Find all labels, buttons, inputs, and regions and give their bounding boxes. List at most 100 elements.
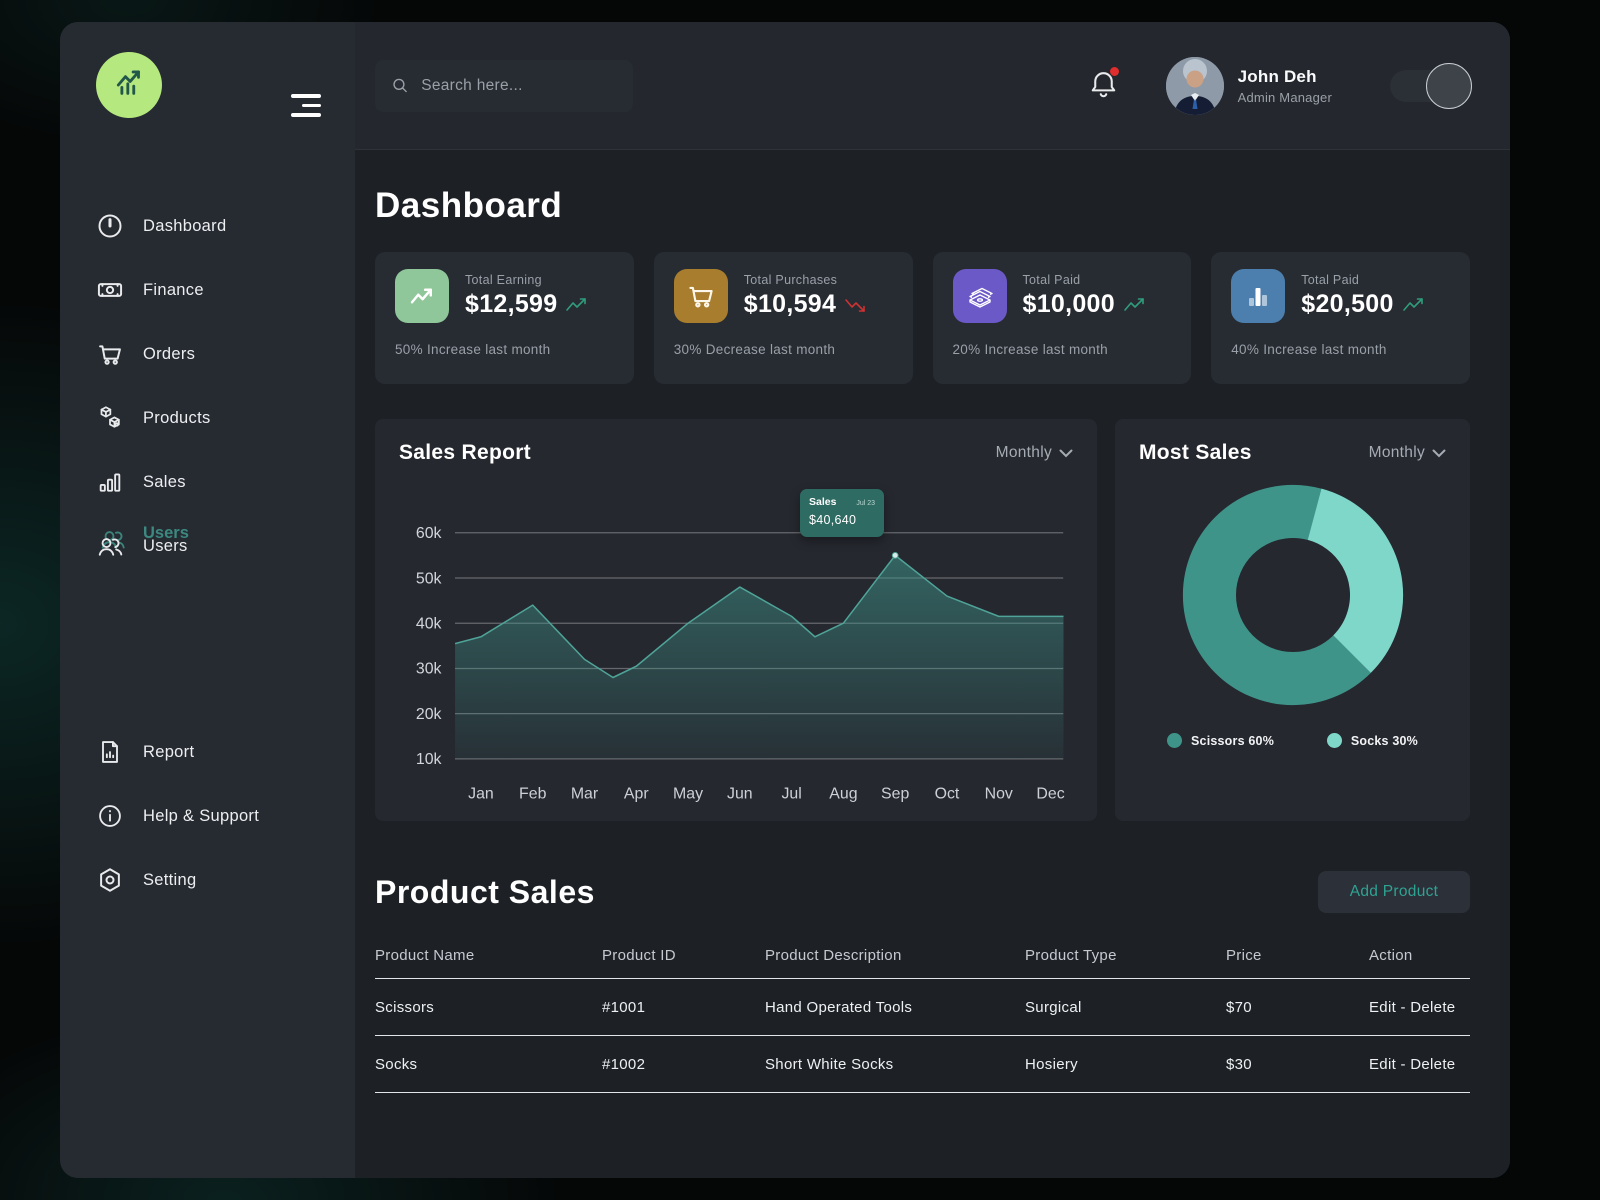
cell-product-type: Hosiery bbox=[1025, 1056, 1226, 1073]
search-input[interactable] bbox=[421, 77, 617, 95]
page-title: Dashboard bbox=[375, 186, 1470, 226]
svg-text:60k: 60k bbox=[416, 525, 442, 542]
stat-label: Total Paid bbox=[1301, 273, 1425, 287]
cell-product-name: Socks bbox=[375, 1056, 602, 1073]
col-header-action: Action bbox=[1369, 947, 1470, 964]
stat-card-total-purchases: Total Purchases $10,594 30% Decrease las… bbox=[654, 252, 913, 384]
stat-note: 20% Increase last month bbox=[953, 342, 1172, 357]
legend-label: Scissors 60% bbox=[1191, 734, 1274, 748]
svg-text:Dec: Dec bbox=[1036, 785, 1064, 802]
growth-chart-logo-icon bbox=[110, 66, 148, 104]
col-header-product-description: Product Description bbox=[765, 947, 1025, 964]
sidebar-item-orders[interactable]: Orders bbox=[96, 334, 355, 374]
stat-label: Total Paid bbox=[1023, 273, 1147, 287]
boxes-icon bbox=[96, 404, 124, 432]
tooltip-label: Sales bbox=[809, 496, 836, 508]
sidebar-item-products[interactable]: Products bbox=[96, 398, 355, 438]
svg-text:Oct: Oct bbox=[935, 785, 960, 802]
gauge-icon bbox=[96, 212, 124, 240]
cell-product-description: Hand Operated Tools bbox=[765, 999, 1025, 1016]
stat-value: $10,000 bbox=[1023, 290, 1115, 319]
sales-report-panel: Sales Report Monthly 60k50k40k30k20k10kJ… bbox=[375, 419, 1097, 821]
dashboard-content: Dashboard Total Earning $12,599 bbox=[355, 150, 1510, 1178]
product-sales-title: Product Sales bbox=[375, 874, 595, 911]
sales-area-chart: 60k50k40k30k20k10kJanFebMarAprMayJunJulA… bbox=[399, 475, 1073, 813]
donut-chart bbox=[1139, 479, 1446, 711]
col-header-price: Price bbox=[1226, 947, 1369, 964]
range-label: Monthly bbox=[1369, 444, 1425, 462]
sales-report-range-select[interactable]: Monthly bbox=[996, 444, 1073, 462]
product-table: Product Name Product ID Product Descript… bbox=[375, 933, 1470, 1093]
cell-action-edit-delete[interactable]: Edit - Delete bbox=[1369, 1056, 1470, 1073]
stat-note: 50% Increase last month bbox=[395, 342, 614, 357]
col-header-product-type: Product Type bbox=[1025, 947, 1226, 964]
sidebar-item-dashboard[interactable]: Dashboard bbox=[96, 206, 355, 246]
notification-badge bbox=[1110, 67, 1119, 76]
menu-toggle-icon[interactable] bbox=[291, 94, 321, 123]
cell-product-id: #1002 bbox=[602, 1056, 765, 1073]
cart-stat-icon bbox=[674, 269, 728, 323]
avatar[interactable] bbox=[1166, 57, 1224, 115]
col-header-product-id: Product ID bbox=[602, 947, 765, 964]
toggle-knob bbox=[1426, 63, 1472, 109]
table-row: Scissors #1001 Hand Operated Tools Surgi… bbox=[375, 979, 1470, 1036]
info-icon bbox=[96, 802, 124, 830]
sidebar-item-users[interactable]: Users Users bbox=[96, 526, 355, 566]
legend-item-socks: Socks 30% bbox=[1327, 733, 1418, 748]
cell-product-id: #1001 bbox=[602, 999, 765, 1016]
user-meta: John Deh Admin Manager bbox=[1238, 67, 1332, 105]
sidebar-item-sales[interactable]: Sales bbox=[96, 462, 355, 502]
sidebar-item-label: Orders bbox=[143, 345, 195, 364]
settings-icon bbox=[96, 866, 124, 894]
column-chart-icon bbox=[1231, 269, 1285, 323]
bar-chart-icon bbox=[96, 468, 124, 496]
stat-note: 40% Increase last month bbox=[1231, 342, 1450, 357]
theme-toggle[interactable] bbox=[1390, 70, 1470, 102]
donut-legend: Scissors 60% Socks 30% bbox=[1139, 733, 1446, 748]
sidebar-item-help[interactable]: Help & Support bbox=[96, 796, 355, 836]
most-sales-panel: Most Sales Monthly Scissors 60% bbox=[1115, 419, 1470, 821]
svg-text:Jun: Jun bbox=[727, 785, 753, 802]
users-icon bbox=[96, 532, 124, 560]
sidebar-item-finance[interactable]: Finance bbox=[96, 270, 355, 310]
svg-text:May: May bbox=[673, 785, 703, 802]
cell-action-edit-delete[interactable]: Edit - Delete bbox=[1369, 999, 1470, 1016]
sidebar-item-setting[interactable]: Setting bbox=[96, 860, 355, 900]
user-name: John Deh bbox=[1238, 67, 1332, 87]
stat-value: $10,594 bbox=[744, 290, 836, 319]
sidebar: Dashboard Finance Orders bbox=[60, 22, 355, 1178]
money-stack-icon bbox=[953, 269, 1007, 323]
cell-price: $70 bbox=[1226, 999, 1369, 1016]
legend-dot bbox=[1167, 733, 1182, 748]
mini-trend-up-icon bbox=[1123, 296, 1147, 314]
cell-product-type: Surgical bbox=[1025, 999, 1226, 1016]
topbar: John Deh Admin Manager bbox=[355, 22, 1510, 150]
sidebar-item-label: Help & Support bbox=[143, 807, 259, 826]
notifications-button[interactable] bbox=[1087, 67, 1120, 105]
trend-up-icon bbox=[395, 269, 449, 323]
stat-note: 30% Decrease last month bbox=[674, 342, 893, 357]
svg-text:Sep: Sep bbox=[881, 785, 909, 802]
most-sales-range-select[interactable]: Monthly bbox=[1369, 444, 1446, 462]
sidebar-item-label: Finance bbox=[143, 281, 204, 300]
app-logo bbox=[96, 52, 162, 118]
mini-trend-down-icon bbox=[844, 296, 868, 314]
sidebar-item-label: Setting bbox=[143, 871, 196, 890]
app-window: Dashboard Finance Orders bbox=[60, 22, 1510, 1178]
svg-text:20k: 20k bbox=[416, 706, 442, 723]
sidebar-item-label: Sales bbox=[143, 473, 186, 492]
sidebar-item-label: Products bbox=[143, 409, 211, 428]
chevron-down-icon bbox=[1059, 449, 1073, 458]
cell-product-description: Short White Socks bbox=[765, 1056, 1025, 1073]
add-product-button[interactable]: Add Product bbox=[1318, 871, 1470, 913]
stat-value: $20,500 bbox=[1301, 290, 1393, 319]
chevron-down-icon bbox=[1432, 449, 1446, 458]
sidebar-item-report[interactable]: Report bbox=[96, 732, 355, 772]
user-role: Admin Manager bbox=[1238, 90, 1332, 105]
legend-item-scissors: Scissors 60% bbox=[1167, 733, 1274, 748]
table-row: Socks #1002 Short White Socks Hosiery $3… bbox=[375, 1036, 1470, 1093]
svg-text:Jan: Jan bbox=[468, 785, 494, 802]
mini-trend-up-icon bbox=[565, 296, 589, 314]
sidebar-item-label: Dashboard bbox=[143, 217, 226, 236]
legend-dot bbox=[1327, 733, 1342, 748]
